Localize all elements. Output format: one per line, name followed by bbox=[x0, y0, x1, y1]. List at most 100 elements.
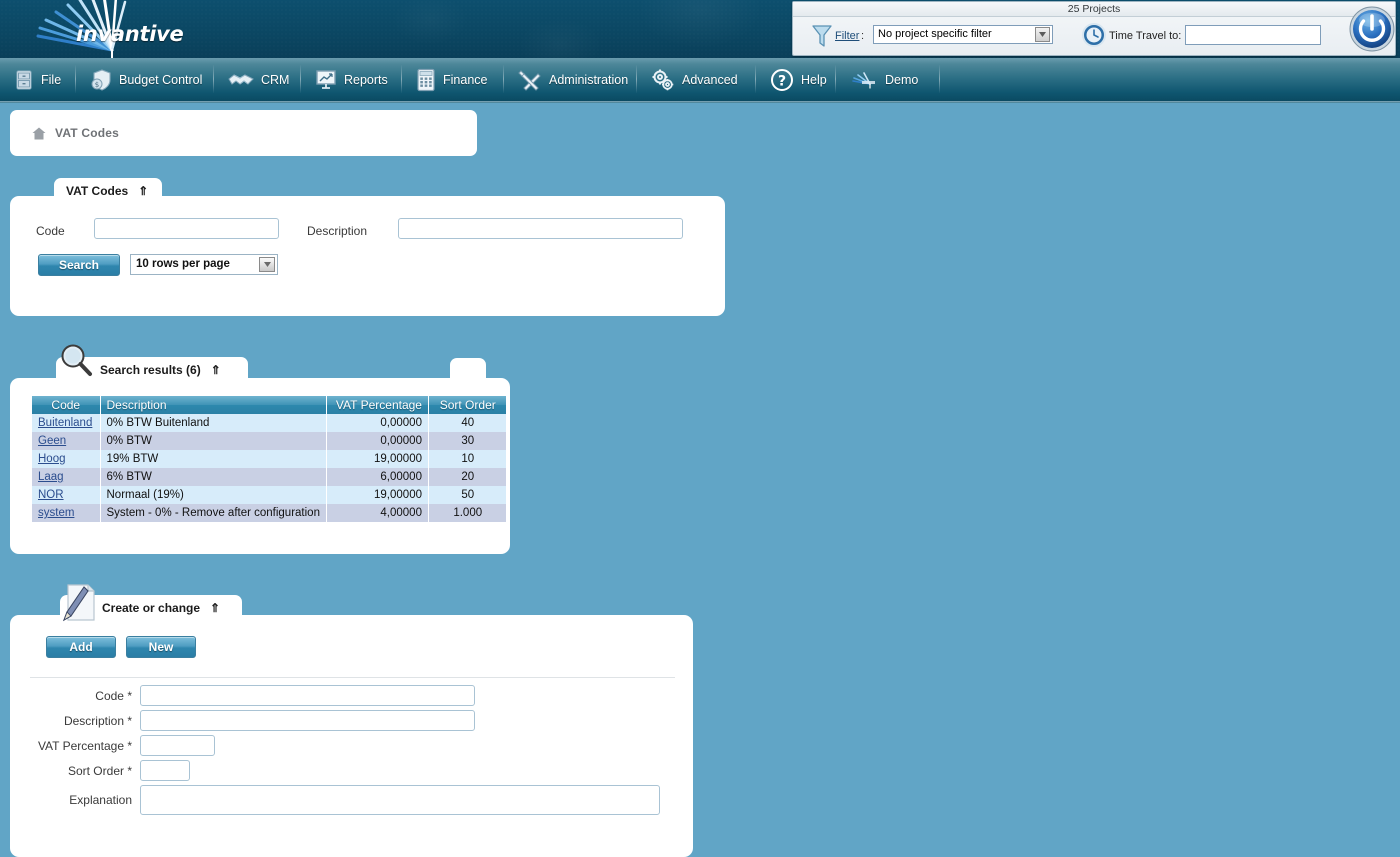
code-link[interactable]: system bbox=[38, 507, 74, 519]
funnel-icon bbox=[812, 25, 832, 47]
project-filter-select[interactable]: No project specific filter bbox=[873, 25, 1053, 44]
cell-description: 6% BTW bbox=[100, 468, 327, 486]
search-results-extra-tab[interactable] bbox=[450, 358, 486, 384]
search-button[interactable]: Search bbox=[38, 254, 120, 276]
table-row[interactable]: Geen 0% BTW 0,00000 30 bbox=[32, 432, 507, 450]
menu-item-help[interactable]: ? Help bbox=[760, 58, 837, 101]
file-cabinet-icon bbox=[16, 70, 32, 89]
cell-vat-percentage: 6,00000 bbox=[326, 468, 429, 486]
cell-code[interactable]: system bbox=[32, 504, 101, 522]
field-label-explanation: Explanation bbox=[69, 793, 132, 807]
field-input-vat-percentage[interactable] bbox=[140, 735, 215, 756]
cell-vat-percentage: 19,00000 bbox=[326, 450, 429, 468]
chevron-up-icon[interactable]: ⇑ bbox=[138, 184, 148, 198]
menu-item-label: Reports bbox=[344, 72, 388, 87]
menu-separator bbox=[75, 65, 76, 93]
chevron-up-icon[interactable]: ⇑ bbox=[211, 363, 221, 377]
column-header-code[interactable]: Code bbox=[32, 396, 101, 414]
field-label-sort-order: Sort Order * bbox=[67, 763, 132, 778]
menu-item-demo[interactable]: Demo bbox=[840, 58, 928, 101]
projects-count-label: 25 Projects bbox=[793, 2, 1395, 17]
clock-icon[interactable] bbox=[1081, 22, 1107, 48]
cell-code[interactable]: Buitenland bbox=[32, 414, 101, 432]
cell-sort-order: 10 bbox=[428, 450, 507, 468]
code-search-input[interactable] bbox=[94, 218, 279, 239]
menu-item-crm[interactable]: CRM bbox=[218, 58, 299, 101]
column-header-sort-order[interactable]: Sort Order bbox=[428, 396, 507, 414]
vat-codes-panel-tab[interactable]: VAT Codes ⇑ bbox=[54, 178, 162, 204]
table-row[interactable]: NOR Normaal (19%) 19,00000 50 bbox=[32, 486, 507, 504]
menu-item-label: Advanced bbox=[682, 72, 738, 87]
chevron-down-icon[interactable] bbox=[259, 257, 275, 272]
field-input-code[interactable] bbox=[140, 685, 475, 706]
table-header-row: Code Description VAT Percentage Sort Ord… bbox=[32, 396, 507, 414]
time-travel-input[interactable] bbox=[1185, 25, 1321, 45]
table-row[interactable]: Buitenland 0% BTW Buitenland 0,00000 40 bbox=[32, 414, 507, 432]
menu-item-file[interactable]: File bbox=[4, 58, 71, 101]
rows-per-page-select[interactable]: 10 rows per page bbox=[130, 254, 278, 275]
search-results-panel: Code Description VAT Percentage Sort Ord… bbox=[10, 378, 510, 554]
menu-separator bbox=[401, 65, 402, 93]
description-search-input[interactable] bbox=[398, 218, 683, 239]
presentation-chart-icon bbox=[316, 69, 336, 89]
field-input-explanation[interactable] bbox=[140, 785, 660, 815]
cell-description: 19% BTW bbox=[100, 450, 327, 468]
description-label: Description bbox=[307, 224, 368, 238]
tools-wrench-icon bbox=[518, 69, 541, 91]
chevron-down-icon[interactable] bbox=[1035, 27, 1050, 42]
menu-item-label: CRM bbox=[261, 72, 290, 87]
form-row-explanation: Explanation bbox=[30, 785, 680, 815]
cell-code[interactable]: Geen bbox=[32, 432, 101, 450]
code-link[interactable]: Laag bbox=[38, 471, 64, 483]
menu-separator bbox=[636, 65, 637, 93]
code-link[interactable]: Buitenland bbox=[38, 417, 92, 429]
menu-item-reports[interactable]: Reports bbox=[305, 58, 398, 101]
column-header-vat-percentage[interactable]: VAT Percentage bbox=[326, 396, 429, 414]
menu-item-administration[interactable]: Administration bbox=[508, 58, 638, 101]
code-link[interactable]: NOR bbox=[38, 489, 64, 501]
cell-description: 0% BTW bbox=[100, 432, 327, 450]
cell-vat-percentage: 0,00000 bbox=[326, 414, 429, 432]
cell-description: 0% BTW Buitenland bbox=[100, 414, 327, 432]
cell-sort-order: 50 bbox=[428, 486, 507, 504]
table-row[interactable]: system System - 0% - Remove after configu… bbox=[32, 504, 507, 522]
menu-separator bbox=[300, 65, 301, 93]
new-button[interactable]: New bbox=[126, 636, 196, 658]
menu-separator bbox=[939, 65, 940, 93]
code-link[interactable]: Geen bbox=[38, 435, 66, 447]
field-input-description[interactable] bbox=[140, 710, 475, 731]
add-button[interactable]: Add bbox=[46, 636, 116, 658]
home-icon[interactable] bbox=[32, 127, 46, 140]
power-icon[interactable] bbox=[1348, 5, 1396, 53]
menu-item-label: File bbox=[41, 72, 62, 87]
cell-code[interactable]: Hoog bbox=[32, 450, 101, 468]
handshake-icon bbox=[228, 73, 254, 85]
invantive-small-icon bbox=[852, 71, 875, 89]
code-link[interactable]: Hoog bbox=[38, 453, 66, 465]
cell-sort-order: 30 bbox=[428, 432, 507, 450]
time-travel-label: Time Travel to: bbox=[1109, 30, 1182, 42]
column-header-description[interactable]: Description bbox=[100, 396, 327, 414]
filter-label[interactable]: Filter bbox=[835, 30, 859, 42]
menu-item-finance[interactable]: Finance bbox=[406, 58, 497, 101]
menu-item-label: Administration bbox=[549, 72, 629, 87]
app-logo[interactable]: invantive bbox=[24, 0, 189, 58]
table-row[interactable]: Hoog 19% BTW 19,00000 10 bbox=[32, 450, 507, 468]
cell-code[interactable]: NOR bbox=[32, 486, 101, 504]
table-row[interactable]: Laag 6% BTW 6,00000 20 bbox=[32, 468, 507, 486]
panel-tab-title: Search results (6) bbox=[100, 363, 201, 377]
rows-per-page-value: 10 rows per page bbox=[136, 258, 230, 270]
field-input-sort-order[interactable] bbox=[140, 760, 190, 781]
chevron-up-icon[interactable]: ⇑ bbox=[210, 601, 220, 615]
logo-text: invantive bbox=[76, 22, 184, 46]
filter-separator: : bbox=[861, 30, 865, 42]
cell-vat-percentage: 19,00000 bbox=[326, 486, 429, 504]
breadcrumb[interactable]: VAT Codes bbox=[10, 110, 477, 156]
cell-vat-percentage: 0,00000 bbox=[326, 432, 429, 450]
menu-item-advanced[interactable]: Advanced bbox=[641, 58, 748, 101]
svg-text:$: $ bbox=[95, 81, 99, 89]
menu-item-budget-control[interactable]: $ Budget Control bbox=[80, 58, 212, 101]
cell-sort-order: 1.000 bbox=[428, 504, 507, 522]
panel-tab-title: VAT Codes bbox=[66, 184, 129, 198]
cell-code[interactable]: Laag bbox=[32, 468, 101, 486]
